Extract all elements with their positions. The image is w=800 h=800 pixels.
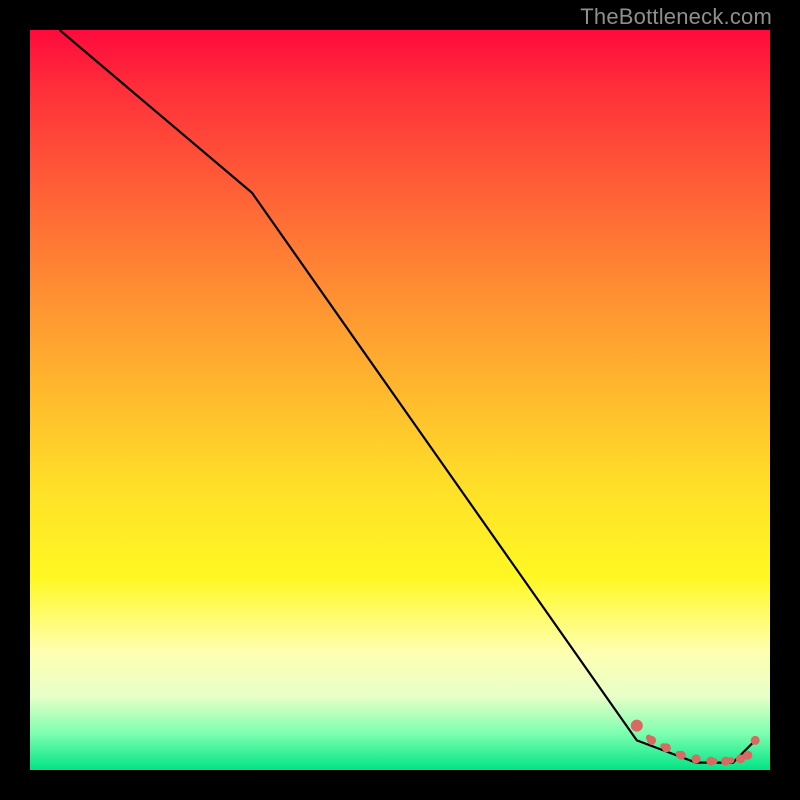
highlight-dots-group [631, 720, 760, 766]
highlight-dot [662, 743, 671, 752]
highlight-dot [692, 754, 701, 763]
chart-overlay [30, 30, 770, 770]
highlight-dot [631, 720, 643, 732]
highlight-dot [751, 736, 760, 745]
chart-frame: { "watermark": "TheBottleneck.com", "cha… [0, 0, 800, 800]
watermark-text: TheBottleneck.com [580, 4, 772, 30]
bottleneck-curve-line [60, 30, 756, 763]
highlight-dot [706, 757, 715, 766]
highlight-dot [721, 757, 730, 766]
highlight-dot [743, 751, 752, 760]
highlight-dot [647, 736, 656, 745]
highlight-dot [677, 751, 686, 760]
